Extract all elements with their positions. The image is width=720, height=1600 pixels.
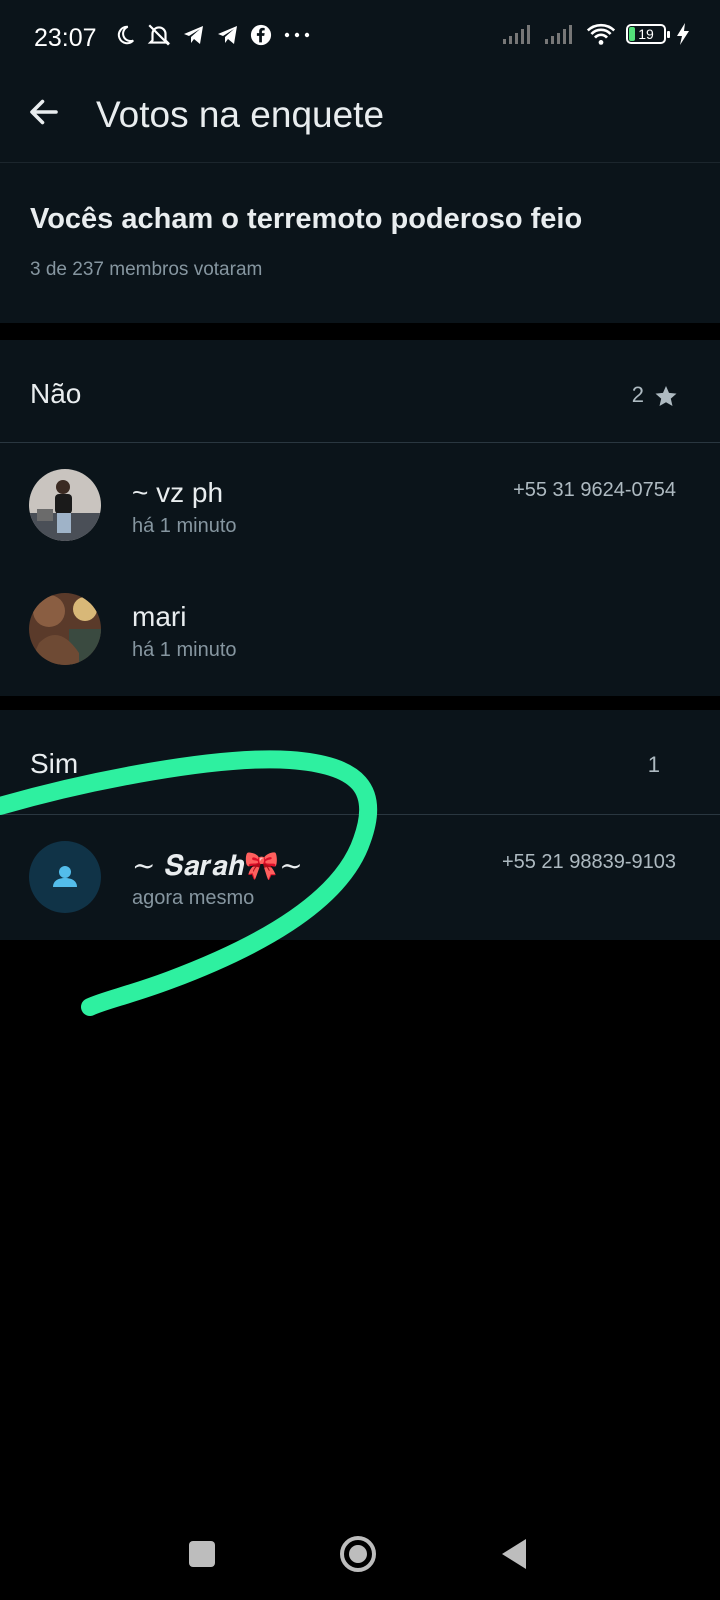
- option-section-sim: Sim 1 ~ 𝑺𝒂𝒓𝒂𝒉🎀~ agora mesmo +55 21 98839…: [0, 710, 720, 940]
- voter-time: agora mesmo: [132, 887, 255, 909]
- option-header: Sim 1: [0, 710, 720, 815]
- square-icon: [189, 1541, 215, 1567]
- voter-time: há 1 minuto: [132, 639, 237, 661]
- option-vote-count: 1: [647, 752, 660, 777]
- battery-icon: 19: [626, 24, 670, 44]
- voter-name: ~ vz ph: [132, 477, 224, 508]
- facebook-icon: [250, 24, 272, 46]
- option-header: Não 2: [0, 340, 720, 443]
- signal-icon: [545, 25, 572, 44]
- status-icons-right: 19: [502, 22, 690, 46]
- voter-phone: +55 31 9624-0754: [513, 479, 676, 501]
- back-button[interactable]: [26, 94, 66, 134]
- option-section-nao: Não 2 ~ vz ph há 1 minuto +55 31 9624-07…: [0, 340, 720, 696]
- poll-summary: 3 de 237 membros votaram: [30, 259, 263, 280]
- telegram-icon: [184, 26, 203, 44]
- home-button[interactable]: [334, 1530, 382, 1578]
- avatar: [29, 593, 101, 665]
- status-bar: 23:07 19: [0, 0, 720, 80]
- star-icon: [655, 386, 677, 406]
- option-vote-count: 2: [631, 382, 644, 407]
- more-dots-icon: [284, 32, 310, 38]
- page-title: Votos na enquete: [96, 94, 385, 135]
- voter-time: há 1 minuto: [132, 515, 237, 537]
- status-time: 23:07: [34, 24, 97, 52]
- charging-icon: [677, 23, 689, 45]
- poll-question: Vocês acham o terremoto poderoso feio: [30, 203, 583, 235]
- voter-row[interactable]: mari há 1 minuto: [0, 567, 720, 691]
- system-nav-bar: [0, 1500, 720, 1600]
- signal-icon: [503, 25, 530, 44]
- triangle-back-icon: [502, 1539, 526, 1569]
- moon-icon: [117, 25, 134, 45]
- option-label: Não: [30, 378, 82, 409]
- default-person-icon: [53, 866, 77, 887]
- circle-home-icon: [340, 1536, 376, 1572]
- poll-question-card: Vocês acham o terremoto poderoso feio 3 …: [0, 163, 720, 323]
- app-bar: Votos na enquete: [0, 80, 720, 163]
- avatar: [29, 469, 101, 541]
- voter-name: ~ 𝑺𝒂𝒓𝒂𝒉🎀~: [132, 849, 303, 882]
- voter-row[interactable]: ~ vz ph há 1 minuto +55 31 9624-0754: [0, 443, 720, 567]
- option-label: Sim: [30, 748, 79, 779]
- voter-phone: +55 21 98839-9103: [501, 851, 676, 873]
- voter-name: mari: [132, 601, 187, 632]
- status-icons-left: [114, 22, 312, 48]
- arrow-left-icon: [30, 99, 58, 125]
- telegram-icon: [218, 26, 237, 44]
- voter-row[interactable]: ~ 𝑺𝒂𝒓𝒂𝒉🎀~ agora mesmo +55 21 98839-9103: [0, 815, 720, 939]
- back-nav-button[interactable]: [490, 1530, 538, 1578]
- wifi-icon: [586, 23, 616, 45]
- recents-button[interactable]: [178, 1530, 226, 1578]
- avatar: [29, 841, 101, 913]
- muted-bell-icon: [147, 24, 171, 46]
- battery-level: 19: [638, 26, 654, 42]
